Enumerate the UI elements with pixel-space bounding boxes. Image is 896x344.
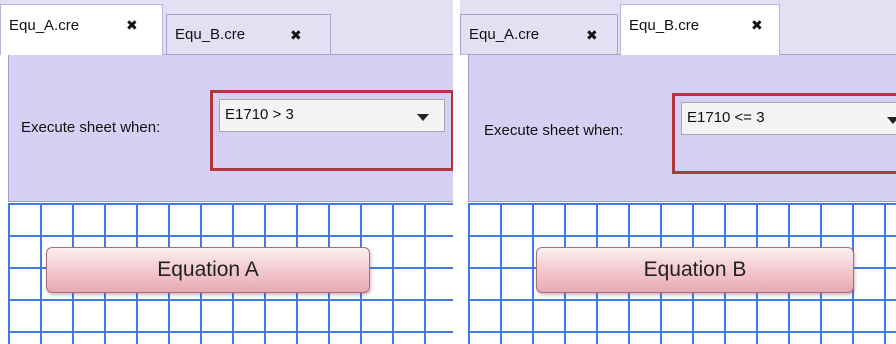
tab-equ-a[interactable]: Equ_A.cre ✖ [460,14,618,54]
sheet-properties-panel: Execute sheet when: E1710 > 3 [8,54,453,202]
tab-label: Equ_A.cre [9,17,80,34]
tab-label: Equ_B.cre [175,26,246,43]
execute-condition-label: Execute sheet when: [484,122,624,139]
close-icon[interactable]: ✖ [586,27,598,44]
tab-bar: Equ_A.cre ✖ Equ_B.cre ✖ [0,0,453,55]
tab-bar: Equ_A.cre ✖ Equ_B.cre ✖ [460,0,896,55]
sheet-grid[interactable]: Equation A [8,203,453,344]
highlight-box: E1710 > 3 [210,90,453,171]
sheet-properties-panel: Execute sheet when: E1710 <= 3 [468,54,896,202]
left-sheet-panel: Equ_A.cre ✖ Equ_B.cre ✖ Execute sheet wh… [0,0,453,344]
close-icon[interactable]: ✖ [290,27,302,44]
equation-a-button[interactable]: Equation A [46,247,370,293]
tab-label: Equ_A.cre [469,26,540,43]
condition-value: E1710 <= 3 [687,109,765,126]
right-sheet-panel: Equ_A.cre ✖ Equ_B.cre ✖ Execute sheet wh… [460,0,896,344]
tab-equ-b[interactable]: Equ_B.cre ✖ [620,4,780,55]
tab-equ-a[interactable]: Equ_A.cre ✖ [0,4,163,55]
close-icon[interactable]: ✖ [751,17,763,34]
tab-label: Equ_B.cre [629,17,700,34]
equation-b-button[interactable]: Equation B [536,247,854,293]
execute-condition-select[interactable]: E1710 <= 3 [681,102,896,135]
execute-condition-label: Execute sheet when: [21,119,161,136]
execute-condition-select[interactable]: E1710 > 3 [219,99,445,132]
condition-value: E1710 > 3 [225,106,294,123]
sheet-grid[interactable]: Equation B [468,203,896,344]
tab-equ-b[interactable]: Equ_B.cre ✖ [166,14,331,54]
highlight-box: E1710 <= 3 [672,93,896,174]
equation-label: Equation B [643,258,747,281]
equation-label: Equation A [157,258,259,281]
chevron-down-icon[interactable] [417,114,429,121]
chevron-down-icon[interactable] [887,117,896,124]
close-icon[interactable]: ✖ [126,17,138,34]
